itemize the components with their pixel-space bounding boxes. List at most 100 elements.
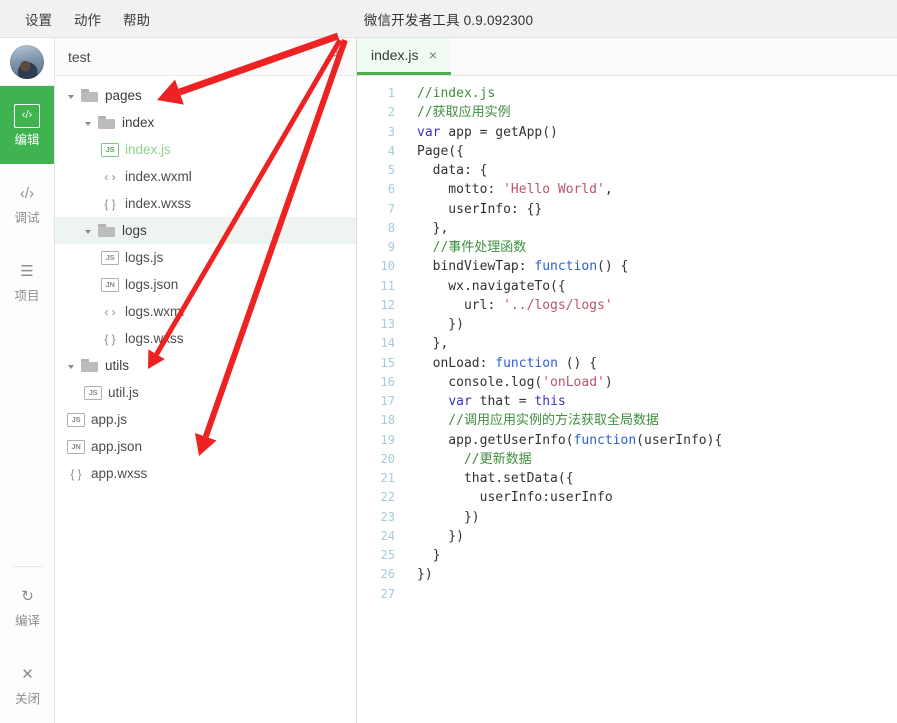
code-line-text[interactable]: //调用应用实例的方法获取全局数据: [403, 411, 659, 430]
code-line-text[interactable]: var app = getApp(): [403, 123, 558, 142]
tree-folder-pages[interactable]: pages: [55, 82, 356, 109]
editor-panel: index.js × 1 //index.js 2 //获取应用实例 3 var app =…: [357, 38, 897, 723]
tree-file-logs.wxss[interactable]: { } logs.wxss: [55, 325, 356, 352]
close-icon[interactable]: ×: [426, 48, 439, 62]
code-line-text[interactable]: }): [403, 508, 480, 527]
code-line: 3 var app = getApp(): [357, 123, 897, 142]
code-line-text[interactable]: wx.navigateTo({: [403, 277, 565, 296]
code-line: 1 //index.js: [357, 84, 897, 103]
code-editor[interactable]: 1//index.js 2 //获取应用实例 3 var app = getApp() 4…: [357, 76, 897, 723]
activity-item-调试[interactable]: ‹/› 调试: [0, 164, 54, 242]
code-line-text[interactable]: app.getUserInfo(function(userInfo){: [403, 431, 722, 450]
chevron-down-icon[interactable]: [84, 225, 96, 237]
code-line-text[interactable]: }: [403, 546, 441, 565]
tree-file-index.wxml[interactable]: ‹ › index.wxml: [55, 163, 356, 190]
code-line-text[interactable]: //index.js: [403, 84, 495, 103]
code-line-text[interactable]: onLoad: function () {: [403, 354, 597, 373]
tree-folder-utils[interactable]: utils: [55, 352, 356, 379]
code-line: 8 },: [357, 219, 897, 238]
activity-item-label: 项目: [14, 288, 40, 303]
tree-file-logs.wxml[interactable]: ‹ › logs.wxml: [55, 298, 356, 325]
tree-file-index.wxss[interactable]: { } index.wxss: [55, 190, 356, 217]
close-x-icon: ✕: [21, 666, 34, 684]
line-number: 25: [380, 548, 395, 562]
code-line-text[interactable]: motto: 'Hello World',: [403, 180, 612, 199]
line-number: 17: [380, 394, 395, 408]
tree-folder-index[interactable]: index: [55, 109, 356, 136]
tree-file-app.wxss[interactable]: { } app.wxss: [55, 460, 356, 487]
code-line-text[interactable]: bindViewTap: function() {: [403, 257, 629, 276]
code-line-text[interactable]: }): [403, 565, 433, 584]
plus-icon[interactable]: +: [324, 44, 350, 70]
code-line-text[interactable]: that.setData({: [403, 469, 574, 488]
code-token: },: [417, 220, 449, 236]
tree-file-app.js[interactable]: JS app.js: [55, 406, 356, 433]
code-line: 17 var that = this: [357, 392, 897, 411]
code-line-text[interactable]: url: '../logs/logs': [403, 296, 613, 315]
chevron-down-icon[interactable]: [67, 360, 79, 372]
activity-item-label: 调试: [14, 210, 40, 225]
code-box-icon: ‹/›: [14, 103, 40, 128]
code-line: 4 Page({: [357, 142, 897, 161]
code-line-text[interactable]: //获取应用实例: [403, 103, 511, 122]
tree-file-logs.json[interactable]: JN logs.json: [55, 271, 356, 298]
activity-item-关闭[interactable]: ✕ 关闭: [0, 645, 55, 723]
line-number: 8: [387, 220, 395, 235]
file-label: app.json: [91, 439, 143, 454]
line-number: 2: [387, 105, 395, 120]
line-number: 6: [387, 182, 395, 197]
code-line-text[interactable]: //事件处理函数: [403, 238, 527, 257]
code-token: this: [534, 394, 566, 409]
chevron-down-icon[interactable]: [67, 90, 79, 102]
activity-item-label: 编辑: [14, 132, 40, 147]
code-line-text[interactable]: //更新数据: [403, 450, 532, 469]
code-line-text[interactable]: userInfo: {}: [403, 200, 542, 219]
line-number: 24: [380, 528, 395, 543]
code-token: }): [417, 528, 464, 544]
code-token: function: [534, 259, 598, 275]
line-number: 4: [387, 143, 395, 158]
code-line-text[interactable]: console.log('onLoad'): [403, 373, 612, 392]
activity-item-编译[interactable]: ↻ 编译: [0, 567, 55, 645]
code-line: 13 }): [357, 315, 897, 334]
folder-icon: [98, 116, 115, 129]
code-line: 12 url: '../logs/logs': [357, 296, 897, 315]
code-line-text[interactable]: data: {: [403, 161, 488, 180]
tree-file-util.js[interactable]: JS util.js: [55, 379, 356, 406]
menu-actions[interactable]: 动作: [63, 6, 112, 32]
tree-file-app.json[interactable]: JN app.json: [55, 433, 356, 460]
code-line-text[interactable]: Page({: [403, 142, 464, 161]
code-line-text[interactable]: },: [403, 334, 449, 353]
tree-folder-logs[interactable]: logs: [55, 217, 356, 244]
code-line-text[interactable]: }): [403, 527, 464, 546]
editor-tab-index.js[interactable]: index.js ×: [357, 38, 452, 75]
folder-label: logs: [122, 223, 147, 238]
code-line: 25 }: [357, 546, 897, 565]
json-file-icon: JN: [67, 439, 85, 454]
activity-item-编辑[interactable]: ‹/› 编辑: [0, 86, 54, 164]
code-token: 'Hello World': [503, 182, 605, 198]
code-line-text[interactable]: },: [403, 219, 449, 238]
activity-item-项目[interactable]: ☰ 项目: [0, 242, 54, 320]
code-token: userInfo:userInfo: [417, 490, 613, 506]
line-number: 13: [380, 317, 395, 331]
code-line: 26}): [357, 565, 897, 584]
code-line-text[interactable]: var that = this: [403, 392, 566, 411]
chevron-down-icon[interactable]: [84, 117, 96, 129]
code-line: 15 onLoad: function () {: [357, 354, 897, 373]
code-line-text[interactable]: [403, 585, 417, 604]
user-avatar[interactable]: [10, 44, 44, 79]
line-number: 12: [380, 297, 395, 312]
code-line-text[interactable]: }): [403, 315, 464, 334]
editor-tab-bar: index.js ×: [357, 38, 897, 76]
avatar-container[interactable]: [0, 38, 54, 86]
code-line: 11 wx.navigateTo({: [357, 277, 897, 296]
menu-settings[interactable]: 设置: [14, 6, 63, 32]
file-label: index.js: [125, 142, 171, 157]
line-number: 11: [380, 278, 395, 293]
code-token: //index.js: [417, 86, 496, 101]
tree-file-index.js[interactable]: JS index.js: [55, 136, 356, 163]
code-line-text[interactable]: userInfo:userInfo: [403, 488, 613, 507]
menu-help[interactable]: 帮助: [112, 6, 161, 32]
tree-file-logs.js[interactable]: JS logs.js: [55, 244, 356, 271]
